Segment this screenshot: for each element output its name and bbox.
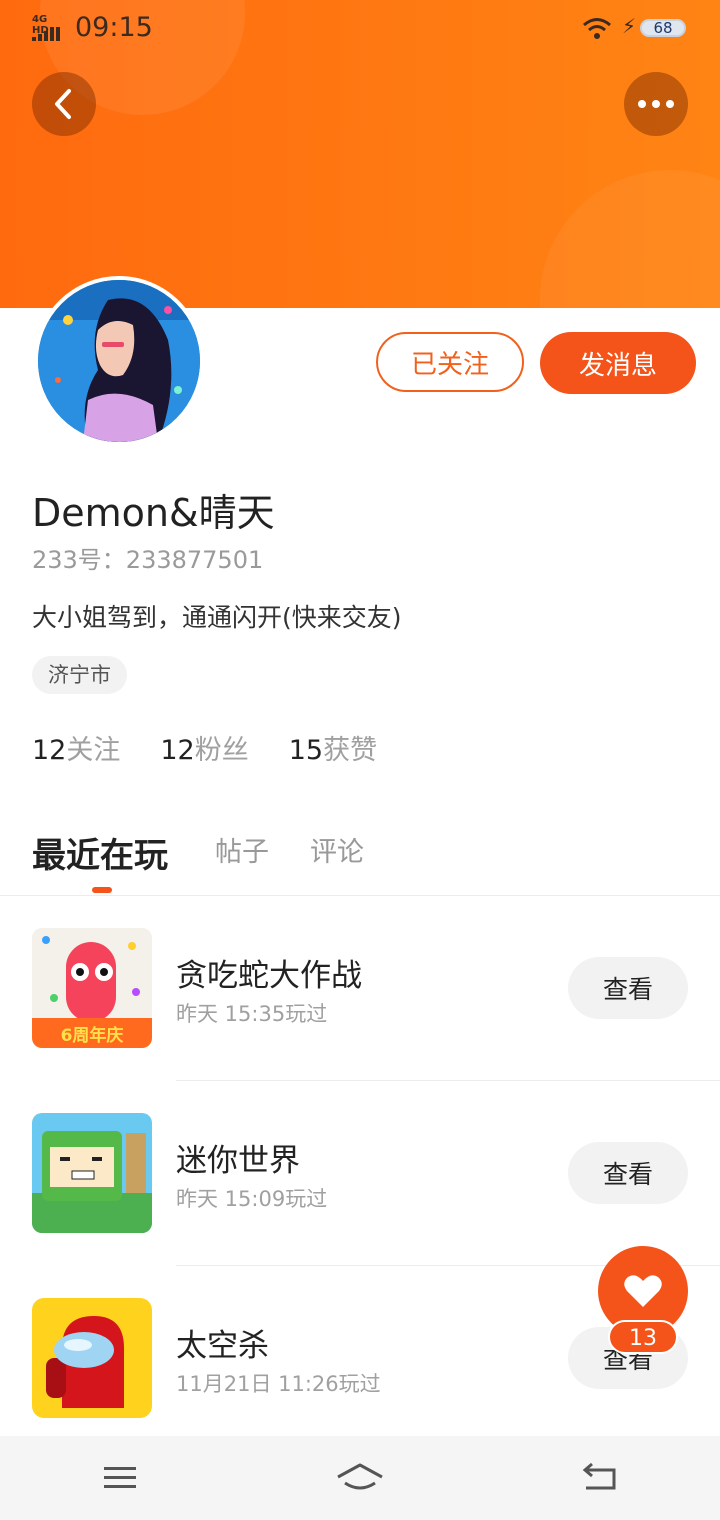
menu-icon	[104, 1467, 136, 1488]
game-icon: 6周年庆	[32, 928, 152, 1048]
system-nav-bar	[0, 1436, 720, 1520]
game-icon	[32, 1298, 152, 1418]
game-icon-badge: 6周年庆	[61, 1025, 124, 1046]
game-name: 迷你世界	[176, 1143, 300, 1179]
send-message-button[interactable]: 发消息	[540, 332, 696, 394]
likes-stat[interactable]: 15获赞	[289, 728, 377, 767]
view-game-button[interactable]: 查看	[568, 957, 688, 1019]
followers-stat[interactable]: 12粉丝	[160, 728, 248, 767]
heart-icon	[624, 1275, 662, 1307]
chevron-left-icon	[55, 89, 71, 119]
avatar[interactable]	[34, 276, 204, 446]
game-last-played: 昨天 15:35玩过	[176, 1002, 328, 1026]
location-tag: 济宁市	[32, 656, 127, 694]
view-game-button[interactable]: 查看	[568, 1142, 688, 1204]
wifi-icon	[582, 16, 612, 44]
tab-comments[interactable]: 评论	[310, 830, 364, 869]
profile-stats: 12关注 12粉丝 15获赞	[32, 728, 417, 767]
status-bar: 4G HD 09:15 ⚡ 68	[0, 0, 720, 58]
game-name: 贪吃蛇大作战	[176, 958, 362, 994]
user-id: 233号：233877501	[32, 546, 264, 574]
battery-indicator: 68	[640, 19, 686, 37]
return-icon	[582, 1462, 616, 1490]
home-icon	[337, 1463, 383, 1490]
nav-back-button[interactable]	[560, 1448, 640, 1508]
game-name: 太空杀	[176, 1328, 269, 1364]
user-bio: 大小姐驾到，通通闪开(快来交友)	[32, 603, 402, 632]
list-item[interactable]: 迷你世界 昨天 15:09玩过 查看	[0, 1081, 720, 1266]
username: Demon&晴天	[32, 491, 275, 535]
banner-decoration	[540, 170, 720, 308]
list-item[interactable]: 6周年庆 贪吃蛇大作战 昨天 15:35玩过 查看	[0, 896, 720, 1081]
tab-recently-played[interactable]: 最近在玩	[32, 828, 168, 877]
tab-posts[interactable]: 帖子	[215, 830, 269, 869]
game-last-played: 11月21日 11:26玩过	[176, 1372, 381, 1396]
like-count-badge: 13	[608, 1320, 678, 1354]
nav-menu-button[interactable]	[80, 1448, 160, 1508]
profile-tabs: 最近在玩 帖子 评论	[0, 822, 720, 896]
more-button[interactable]	[624, 72, 688, 136]
more-horizontal-icon	[638, 100, 674, 108]
followed-button[interactable]: 已关注	[376, 332, 524, 392]
status-time: 09:15	[75, 12, 153, 43]
active-tab-indicator	[92, 887, 112, 893]
charging-icon: ⚡	[622, 14, 637, 38]
following-stat[interactable]: 12关注	[32, 728, 120, 767]
game-icon	[32, 1113, 152, 1233]
nav-home-button[interactable]	[320, 1448, 400, 1508]
game-last-played: 昨天 15:09玩过	[176, 1187, 328, 1211]
back-button[interactable]	[32, 72, 96, 136]
